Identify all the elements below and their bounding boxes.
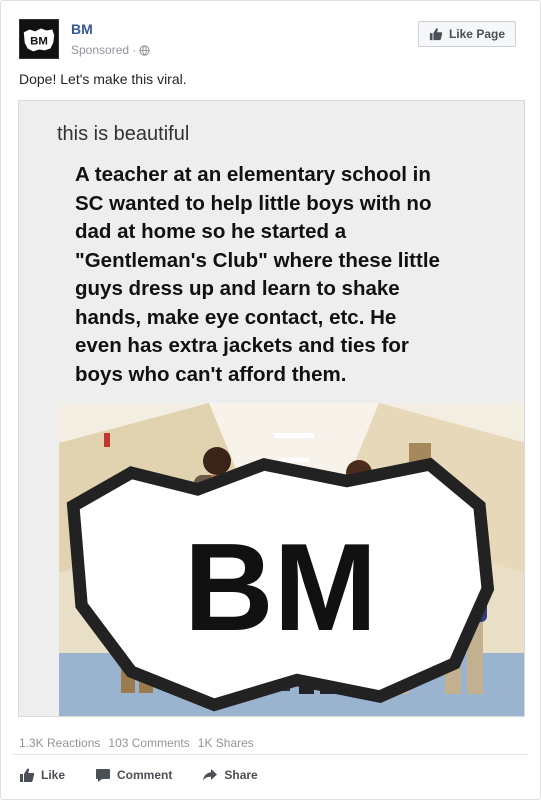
image-body-line: even has extra jackets and ties for bbox=[75, 334, 409, 357]
image-body-line: SC wanted to help little boys with no bbox=[75, 191, 432, 215]
sponsored-meta: Sponsored · bbox=[71, 43, 151, 57]
post-text: Dope! Let's make this viral. bbox=[19, 71, 187, 87]
bm-logo-icon: BM bbox=[23, 28, 55, 52]
like-page-label: Like Page bbox=[448, 27, 505, 41]
share-button[interactable]: Share bbox=[202, 767, 258, 783]
comments-count[interactable]: 103 Comments bbox=[108, 736, 189, 750]
svg-text:BM: BM bbox=[30, 36, 48, 48]
like-button[interactable]: Like bbox=[19, 767, 65, 783]
image-body-line: dad at home so he started a bbox=[75, 220, 347, 243]
share-label: Share bbox=[224, 768, 258, 782]
thumbs-up-icon bbox=[429, 28, 443, 41]
stats-divider bbox=[13, 754, 528, 755]
reactions-count[interactable]: 1.3K Reactions bbox=[19, 736, 100, 750]
shares-count[interactable]: 1K Shares bbox=[198, 736, 254, 750]
post-stats: 1.3K Reactions 103 Comments 1K Shares bbox=[19, 736, 254, 750]
image-body-line: "Gentleman's Club" where these little bbox=[75, 248, 440, 272]
globe-icon bbox=[139, 44, 151, 56]
page-avatar[interactable]: BM bbox=[19, 19, 59, 59]
image-body-line: A teacher at an elementary school in bbox=[75, 163, 431, 186]
image-body-text: A teacher at an elementary school in SC … bbox=[75, 161, 515, 389]
shared-image[interactable]: this is beautiful A teacher at an elemen… bbox=[18, 100, 525, 717]
comment-label: Comment bbox=[117, 768, 173, 782]
bm-watermark-logo: BM bbox=[66, 457, 495, 712]
sponsored-label[interactable]: Sponsored · bbox=[71, 43, 136, 57]
image-body-line: guys dress up and learn to shake bbox=[75, 277, 400, 300]
comment-button[interactable]: Comment bbox=[95, 767, 172, 783]
like-label: Like bbox=[41, 768, 66, 782]
image-body-line: boys who can't afford them. bbox=[75, 362, 347, 386]
thumbs-up-icon bbox=[20, 768, 35, 782]
post-actions-bar: Like Comment Share bbox=[19, 767, 258, 783]
image-caption: this is beautiful bbox=[57, 123, 190, 145]
sponsored-post-card: BM BM Sponsored · Like Page Dope! Let's … bbox=[0, 0, 541, 800]
group-photo: BM bbox=[59, 403, 524, 716]
comment-icon bbox=[96, 769, 111, 782]
image-body-line: hands, make eye contact, etc. He bbox=[75, 305, 397, 329]
like-page-button[interactable]: Like Page bbox=[417, 21, 516, 47]
page-name-link[interactable]: BM bbox=[71, 21, 93, 37]
share-arrow-icon bbox=[203, 769, 218, 781]
svg-text:BM: BM bbox=[184, 518, 377, 657]
post-header: BM BM Sponsored · Like Page bbox=[13, 11, 530, 63]
